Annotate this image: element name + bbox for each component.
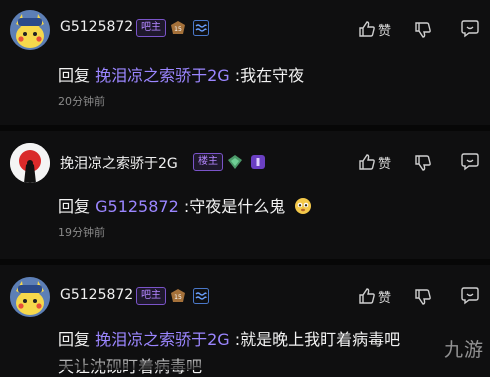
svg-text:15: 15 xyxy=(174,26,182,33)
reply-prefix: 回复 xyxy=(58,197,91,216)
avatar[interactable] xyxy=(10,277,50,317)
mention-link[interactable]: 挽泪凉之索骄于2G xyxy=(95,66,230,85)
like-icon[interactable] xyxy=(358,20,376,38)
mention-link[interactable]: G5125872 xyxy=(95,197,179,216)
dislike-icon[interactable] xyxy=(414,288,432,306)
vip-badge-icon xyxy=(251,155,265,169)
like-icon[interactable] xyxy=(358,153,376,171)
wave-badge-icon xyxy=(193,288,209,304)
level-icon: 15 xyxy=(171,289,185,302)
role-badge: 楼主 xyxy=(193,153,223,171)
like-label[interactable]: 赞 xyxy=(378,153,391,172)
reply-icon[interactable] xyxy=(460,287,480,305)
reply-body: :守夜是什么鬼 xyxy=(178,197,286,216)
like-label[interactable]: 赞 xyxy=(378,287,391,306)
dislike-icon[interactable] xyxy=(414,21,432,39)
comment-item: G5125872 吧主 15 赞 回复 挽泪凉之索骄于2G :就是晚上我盯着病毒… xyxy=(0,265,490,376)
wave-badge-icon xyxy=(193,20,209,36)
comment-item: 挽泪凉之索骄于2G 楼主 赞 回复 G5125872 :守夜是什么鬼 19分钟前 xyxy=(0,131,490,259)
emoji-icon xyxy=(295,198,312,214)
avatar-pikachu-image xyxy=(10,277,50,317)
comment-text: 回复 挽泪凉之索骄于2G :就是晚上我盯着病毒吧 xyxy=(58,326,400,350)
role-badge: 吧主 xyxy=(136,287,166,305)
reply-prefix: 回复 xyxy=(58,330,91,349)
mention-link[interactable]: 挽泪凉之索骄于2G xyxy=(95,330,230,349)
reply-icon[interactable] xyxy=(460,20,480,38)
username[interactable]: G5125872 xyxy=(60,287,133,303)
comment-item: G5125872 吧主 15 赞 回复 挽泪凉之索骄于2G :我在守夜 20分钟… xyxy=(0,0,490,128)
reply-icon[interactable] xyxy=(460,153,480,171)
username[interactable]: 挽泪凉之索骄于2G xyxy=(60,153,178,173)
timestamp: 20分钟前 xyxy=(58,95,105,108)
bottom-fade xyxy=(0,356,490,370)
like-label[interactable]: 赞 xyxy=(378,20,391,39)
svg-text:15: 15 xyxy=(174,294,182,301)
dislike-icon[interactable] xyxy=(414,154,432,172)
comment-text: 回复 G5125872 :守夜是什么鬼 xyxy=(58,193,312,217)
reply-prefix: 回复 xyxy=(58,66,91,85)
avatar[interactable] xyxy=(10,10,50,50)
level-icon: 15 xyxy=(171,21,185,34)
avatar[interactable] xyxy=(10,143,50,183)
role-badge: 吧主 xyxy=(136,19,166,37)
reply-body: :就是晚上我盯着病毒吧 xyxy=(229,330,401,349)
reply-body: :我在守夜 xyxy=(229,66,305,85)
level-icon xyxy=(228,155,242,169)
like-icon[interactable] xyxy=(358,287,376,305)
username[interactable]: G5125872 xyxy=(60,19,133,35)
avatar-pikachu-image xyxy=(10,10,50,50)
comment-text: 回复 挽泪凉之索骄于2G :我在守夜 xyxy=(58,62,304,86)
timestamp: 19分钟前 xyxy=(58,226,105,239)
avatar-red-sun-image xyxy=(10,143,50,183)
